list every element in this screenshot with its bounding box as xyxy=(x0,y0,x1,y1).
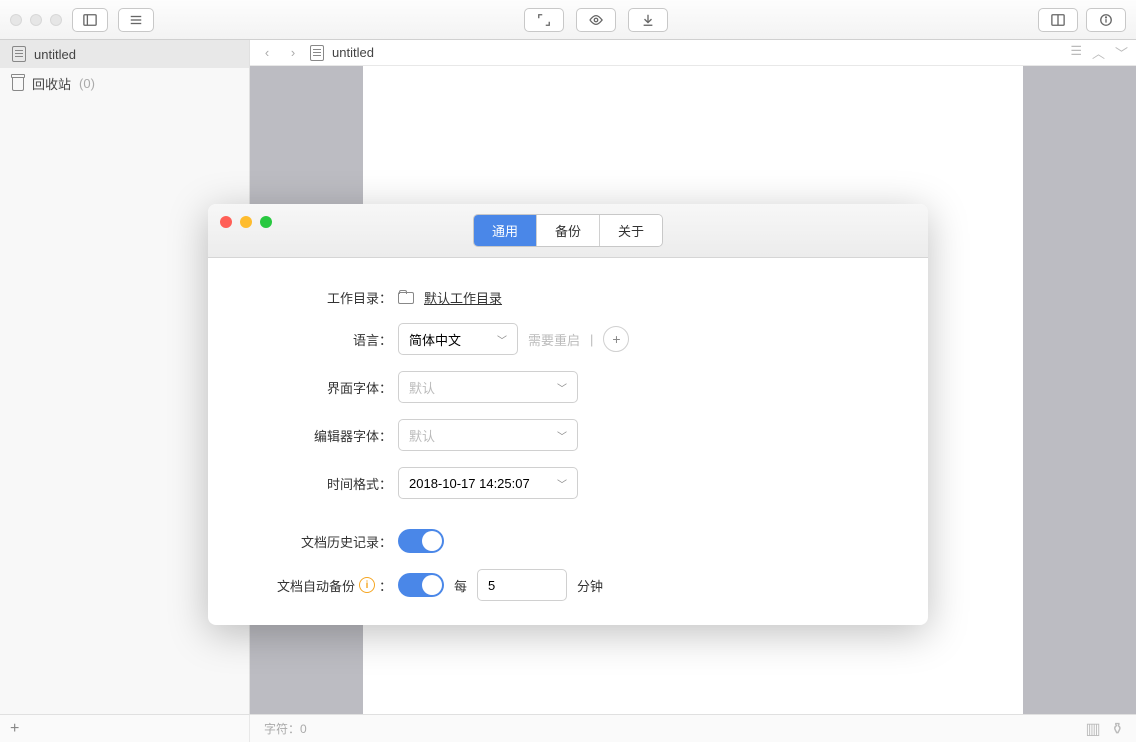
ui-font-select[interactable]: 默认 ﹀ xyxy=(398,371,578,403)
download-icon xyxy=(641,13,655,27)
chevron-down-icon: ﹀ xyxy=(557,428,567,443)
ui-font-label: 界面字体： xyxy=(248,378,398,397)
status-bar: + 字符：0 ▥ ⚱ xyxy=(0,714,1136,742)
sidebar-item-document[interactable]: untitled xyxy=(0,40,249,68)
content-document-name: untitled xyxy=(332,45,374,60)
split-view-button[interactable] xyxy=(1038,8,1078,32)
page-margin-right xyxy=(1023,66,1136,714)
sidebar-icon xyxy=(83,13,97,27)
time-format-select[interactable]: 2018-10-17 14:25:07 ﹀ xyxy=(398,467,578,499)
outline-icon[interactable]: ☰ xyxy=(1070,43,1082,62)
main-traffic-lights xyxy=(10,14,62,26)
expand-icon xyxy=(537,13,551,27)
tab-general[interactable]: 通用 xyxy=(474,215,537,246)
filter-icon[interactable]: ⚱ xyxy=(1111,719,1124,739)
chevron-down-icon: ﹀ xyxy=(557,476,567,491)
download-button[interactable] xyxy=(628,8,668,32)
work-dir-label: 工作目录： xyxy=(248,288,398,307)
sidebar-item-trash[interactable]: 回收站 (0) xyxy=(0,68,249,99)
expand-button[interactable] xyxy=(524,8,564,32)
add-button[interactable]: + xyxy=(10,720,19,738)
toggle-sidebar-button[interactable] xyxy=(72,8,108,32)
row-time-format: 时间格式： 2018-10-17 14:25:07 ﹀ xyxy=(248,467,888,499)
document-icon xyxy=(310,45,324,61)
info-icon xyxy=(1099,13,1113,27)
auto-backup-toggle[interactable] xyxy=(398,573,444,597)
trash-icon xyxy=(12,77,24,91)
sidebar-trash-label: 回收站 xyxy=(32,74,71,93)
document-icon xyxy=(12,46,26,62)
editor-font-label: 编辑器字体： xyxy=(248,426,398,445)
list-view-button[interactable] xyxy=(118,8,154,32)
every-label: 每 xyxy=(454,576,467,595)
dialog-maximize-button[interactable] xyxy=(260,216,272,228)
panel-icon[interactable]: ▥ xyxy=(1085,719,1100,739)
preview-button[interactable] xyxy=(576,8,616,32)
close-window-button[interactable] xyxy=(10,14,22,26)
work-dir-link[interactable]: 默认工作目录 xyxy=(424,288,502,307)
chevron-down-icon: ﹀ xyxy=(557,380,567,395)
dialog-titlebar: 通用 备份 关于 xyxy=(208,204,928,258)
minimize-window-button[interactable] xyxy=(30,14,42,26)
info-button[interactable] xyxy=(1086,8,1126,32)
history-label: 文档历史记录： xyxy=(248,532,398,551)
tab-backup[interactable]: 备份 xyxy=(537,215,600,246)
sidebar-document-name: untitled xyxy=(34,47,76,62)
backup-interval-input[interactable] xyxy=(477,569,567,601)
status-right: ▥ ⚱ xyxy=(1073,719,1136,739)
preferences-dialog: 通用 备份 关于 工作目录： 默认工作目录 语言： 简体中文 ﹀ 需要重启 | … xyxy=(208,204,928,625)
row-auto-backup: 文档自动备份 i ： 每 分钟 xyxy=(248,569,888,601)
row-work-dir: 工作目录： 默认工作目录 xyxy=(248,288,888,307)
nav-forward-button[interactable]: › xyxy=(284,44,302,62)
minutes-label: 分钟 xyxy=(577,576,603,595)
row-ui-font: 界面字体： 默认 ﹀ xyxy=(248,371,888,403)
language-hint: 需要重启 xyxy=(528,330,580,349)
dialog-minimize-button[interactable] xyxy=(240,216,252,228)
maximize-window-button[interactable] xyxy=(50,14,62,26)
separator: | xyxy=(590,332,593,347)
dialog-traffic-lights xyxy=(220,216,272,228)
collapse-down-icon[interactable]: ﹀ xyxy=(1115,43,1128,62)
collapse-up-icon[interactable]: ︿ xyxy=(1092,43,1105,62)
dialog-tabs: 通用 备份 关于 xyxy=(473,214,663,247)
language-select[interactable]: 简体中文 ﹀ xyxy=(398,323,518,355)
row-history: 文档历史记录： xyxy=(248,529,888,553)
dialog-body: 工作目录： 默认工作目录 语言： 简体中文 ﹀ 需要重启 | + 界面字体： xyxy=(208,258,928,625)
sidebar-trash-count: (0) xyxy=(79,76,95,91)
tab-about[interactable]: 关于 xyxy=(600,215,662,246)
row-editor-font: 编辑器字体： 默认 ﹀ xyxy=(248,419,888,451)
char-count-label: 字符： xyxy=(264,722,300,736)
char-count-value: 0 xyxy=(300,722,307,736)
list-icon xyxy=(129,13,143,27)
eye-icon xyxy=(589,13,603,27)
status-left: + xyxy=(0,715,250,742)
nav-back-button[interactable]: ‹ xyxy=(258,44,276,62)
ui-font-value: 默认 xyxy=(409,378,435,397)
row-language: 语言： 简体中文 ﹀ 需要重启 | + xyxy=(248,323,888,355)
time-format-label: 时间格式： xyxy=(248,474,398,493)
history-toggle[interactable] xyxy=(398,529,444,553)
content-header: ‹ › untitled ☰ ︿ ﹀ xyxy=(250,40,1136,66)
warning-icon: i xyxy=(359,577,375,593)
folder-icon xyxy=(398,292,414,304)
editor-font-value: 默认 xyxy=(409,426,435,445)
status-center: 字符：0 xyxy=(250,720,1073,737)
language-value: 简体中文 xyxy=(409,330,461,349)
auto-backup-label: 文档自动备份 xyxy=(277,576,355,595)
chevron-down-icon: ﹀ xyxy=(497,332,507,347)
language-label: 语言： xyxy=(248,330,398,349)
split-icon xyxy=(1051,13,1065,27)
add-language-button[interactable]: + xyxy=(603,326,629,352)
colon: ： xyxy=(379,576,392,595)
time-format-value: 2018-10-17 14:25:07 xyxy=(409,476,530,491)
main-toolbar xyxy=(0,0,1136,40)
editor-font-select[interactable]: 默认 ﹀ xyxy=(398,419,578,451)
dialog-close-button[interactable] xyxy=(220,216,232,228)
